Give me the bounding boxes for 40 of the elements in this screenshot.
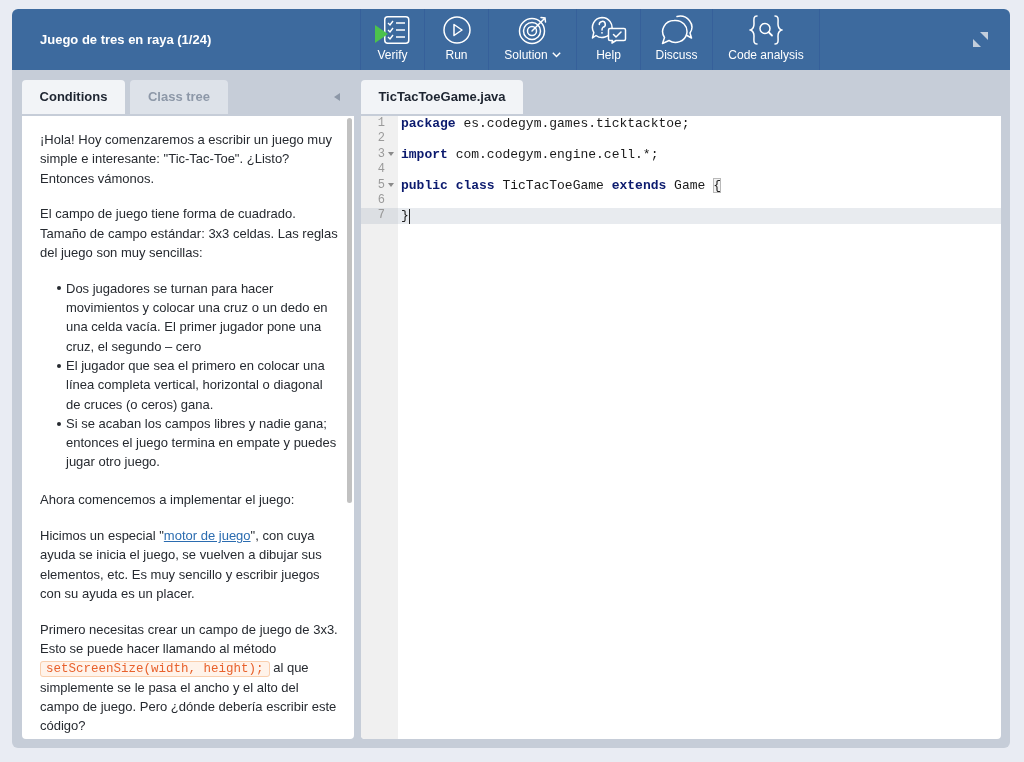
bullet-icon bbox=[57, 421, 61, 426]
line-number: 7 bbox=[377, 208, 385, 224]
code-editor[interactable]: 1 2 3 4 5 6 7 package es.codegym.games.ticktacktoe; import com.codegym.engine.cell.*; public class TicTacToeGame extends Game { } bbox=[361, 116, 1001, 739]
file-tab[interactable]: TicTacToeGame.java bbox=[361, 80, 523, 114]
line-number: 1 bbox=[377, 116, 385, 132]
caret-down-icon[interactable] bbox=[387, 183, 394, 188]
paragraph: Ahora comencemos a implementar el juego: bbox=[40, 491, 296, 510]
line-number: 6 bbox=[377, 192, 385, 209]
line-number: 5 bbox=[377, 177, 385, 193]
task-title: Juego de tres en raya (1/24) bbox=[40, 30, 212, 49]
list-item: Si se acaban los campos libres y nadie gana; entonces el juego termina en empate y puedes jugar otro juego. bbox=[66, 414, 338, 472]
panel-tab[interactable]: Conditions bbox=[22, 80, 125, 114]
caret-down-icon[interactable] bbox=[387, 152, 394, 157]
bullet-icon bbox=[57, 286, 61, 291]
help-bubbles-icon bbox=[590, 16, 627, 44]
list-item: El jugador que sea el primero en colocar una línea completa vertical, horizontal o diagonal de cruces (o ceros) gana. bbox=[66, 356, 326, 414]
caret-left-icon[interactable] bbox=[334, 93, 340, 101]
code-line: } bbox=[401, 208, 409, 224]
line-number: 2 bbox=[377, 131, 385, 147]
chevron-down-icon bbox=[551, 52, 561, 58]
speech-bubbles-icon bbox=[660, 15, 693, 45]
line-number: 4 bbox=[377, 162, 385, 178]
code-line: package es.codegym.games.ticktacktoe; bbox=[401, 116, 690, 132]
paragraph: Hicimos un especial "motor de juego", con cuya ayuda se inicia el juego, se vuelven a dibujar sus elementos, etc. Es muy sencillo y escribir juegos con su ayuda es un placer. bbox=[40, 527, 323, 603]
paragraph: ¡Hola! Hoy comenzaremos a escribir un juego muy simple e interesante: "Tic-Tac-Toe". ¿Listo? Entonces vámonos. bbox=[40, 131, 333, 188]
line-number: 3 bbox=[377, 146, 385, 163]
paragraph: Primero necesitas crear un campo de juego de 3x3. Esto se puede hacer llamando al método setScreenSize(width, height); al que simplemente se le pasa el ancho y el alto del campo de juego. Pero ¿dónde debería escribir este código? bbox=[40, 620, 338, 736]
list-item: Dos jugadores se turnan para hacer movimientos y colocar una cruz o un dedo en una celda vacía. El primer jugador pone una cruz, el segundo – cero bbox=[66, 279, 329, 356]
checklist-icon bbox=[375, 16, 410, 44]
code-line: import com.codegym.engine.cell.*; bbox=[401, 146, 659, 163]
target-icon bbox=[517, 15, 548, 45]
inline-code: setScreenSize(width, height); bbox=[40, 661, 270, 678]
bullet-icon bbox=[57, 363, 61, 368]
scrollbar-thumb[interactable] bbox=[346, 118, 352, 503]
code-line: public class TicTacToeGame extends Game { bbox=[401, 177, 721, 193]
engine-link[interactable]: motor de juego bbox=[163, 528, 251, 544]
code-search-icon bbox=[749, 15, 783, 45]
paragraph: El campo de juego tiene forma de cuadrado. Tamaño de campo estándar: 3x3 celdas. Las reglas del juego son muy sencillas: bbox=[40, 205, 338, 262]
play-circle-icon bbox=[442, 16, 471, 44]
resize-icon[interactable] bbox=[973, 32, 988, 47]
